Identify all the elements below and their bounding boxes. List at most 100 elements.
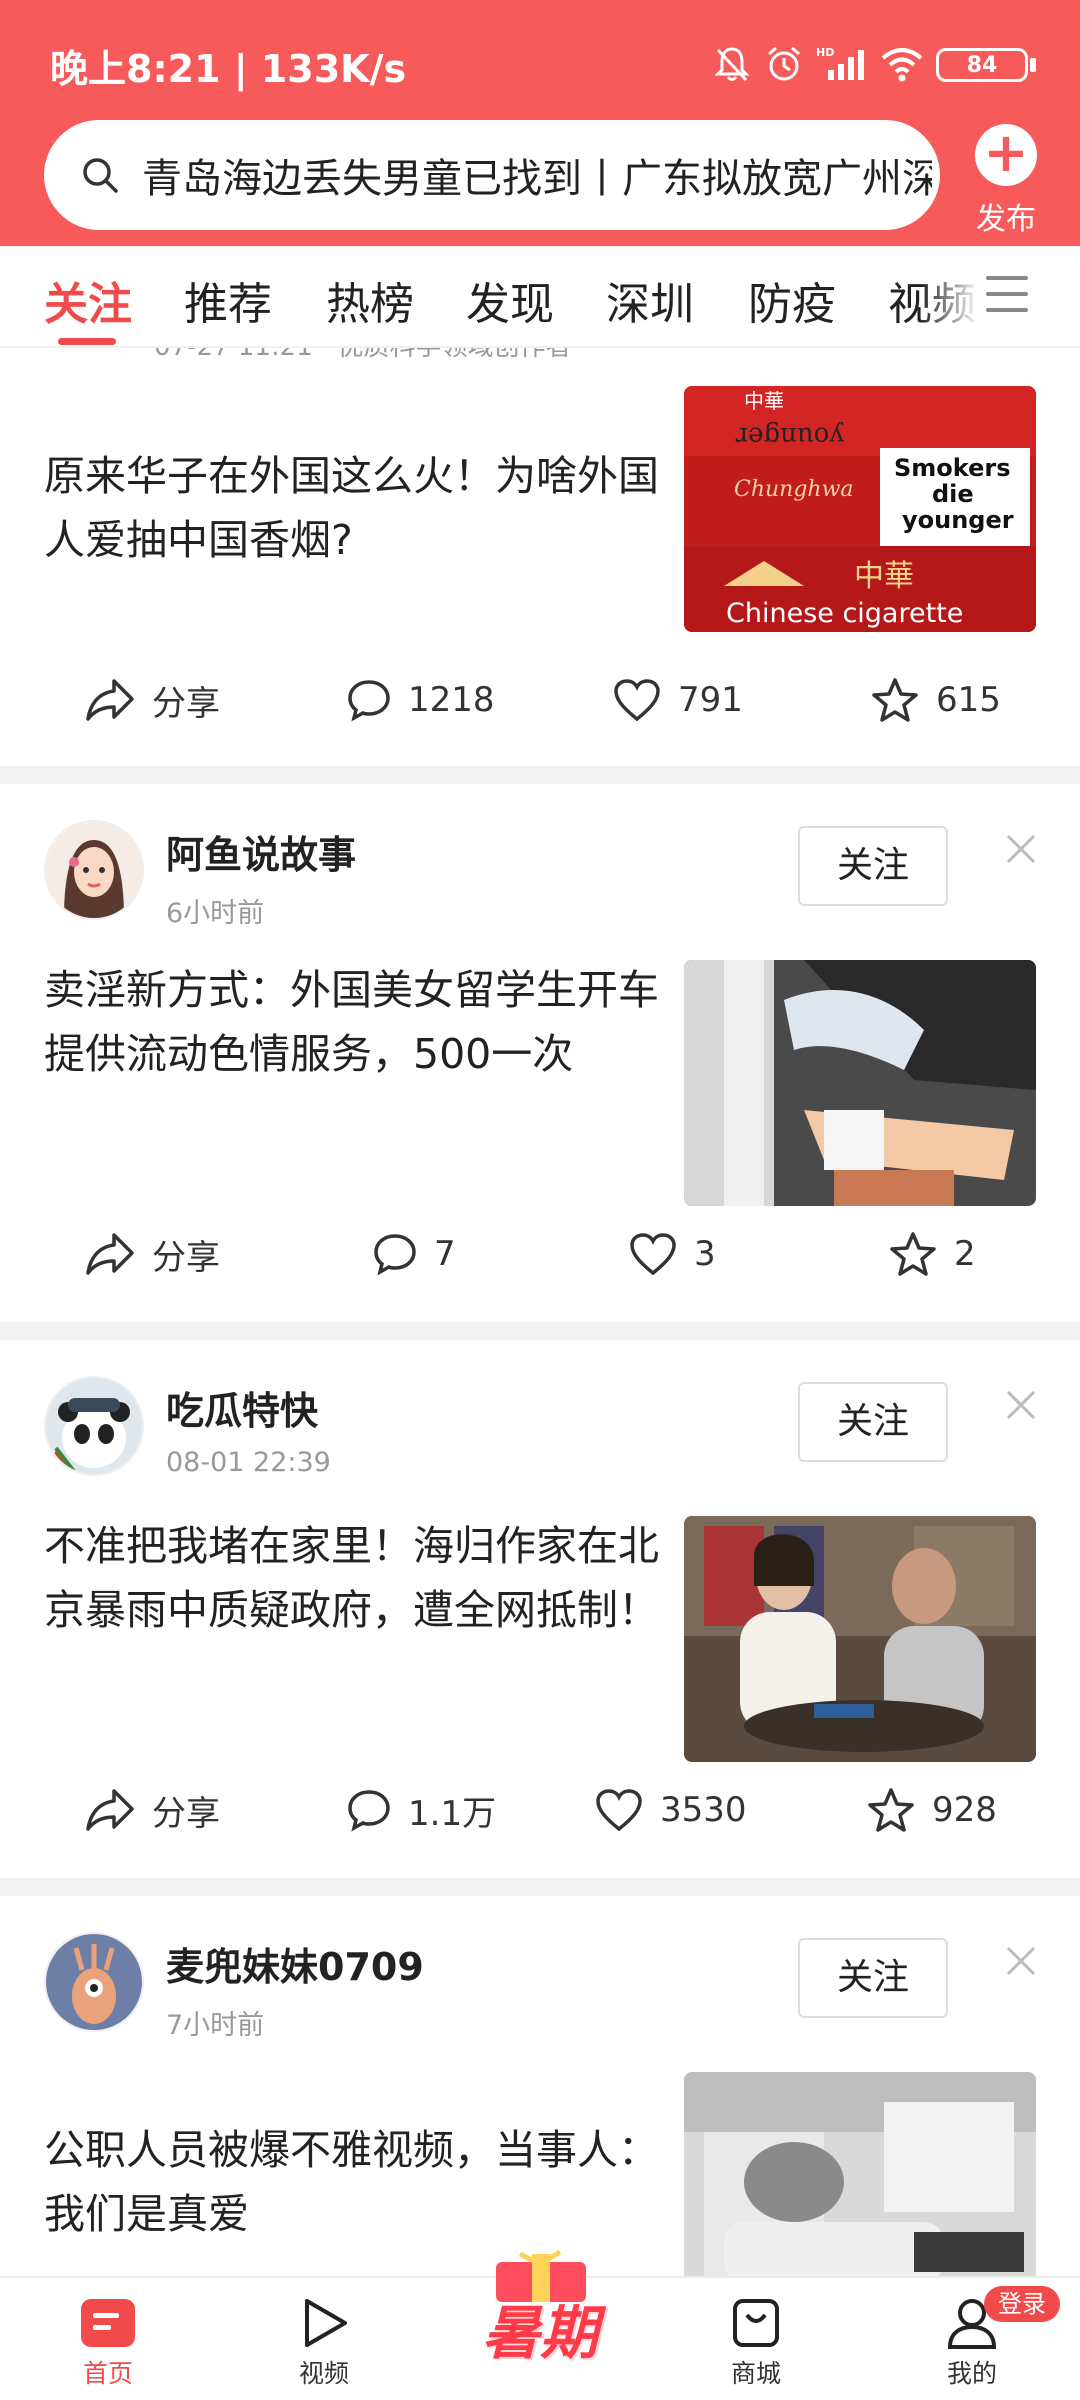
action-bar: 分享 7 3 2 xyxy=(0,1224,1080,1284)
author-row: 麦兜妹妹0709 7小时前 xyxy=(44,1932,424,2042)
share-label: 分享 xyxy=(152,683,220,724)
comment-button[interactable]: 1218 xyxy=(346,670,495,730)
article-title[interactable]: 卖淫新方式：外国美女留学生开车提供流动色情服务，500一次 xyxy=(44,958,664,1086)
share-button[interactable]: 分享 xyxy=(84,1224,220,1284)
top-header: 晚上8:21 | 133K/s HD 84 青岛海边丢失男童已找到丨广东拟放宽广… xyxy=(0,0,1080,246)
plus-icon: + xyxy=(975,124,1037,186)
close-icon[interactable] xyxy=(1004,1944,1038,1978)
status-icons: HD 84 xyxy=(712,36,1040,92)
nav-mall-label: 商城 xyxy=(730,2359,781,2388)
publish-label: 发布 xyxy=(976,202,1036,237)
card-divider xyxy=(0,766,1080,784)
share-icon xyxy=(86,1789,134,1831)
author-name[interactable]: 吃瓜特快 xyxy=(166,1380,331,1435)
nav-mine-label: 我的 xyxy=(946,2359,997,2388)
favorite-button[interactable]: 928 xyxy=(866,1780,997,1840)
category-tabs: 关注 推荐 热榜 发现 深圳 防疫 视频 xyxy=(0,246,1080,348)
battery-icon: 84 xyxy=(936,42,1040,86)
like-count: 791 xyxy=(678,680,743,720)
author-name[interactable]: 阿鱼说故事 xyxy=(166,824,356,879)
tab-follow[interactable]: 关注 xyxy=(44,268,132,332)
svg-text:HD: HD xyxy=(816,46,834,59)
article-title[interactable]: 原来华子在外国这么火！为啥外国人爱抽中国香烟? xyxy=(44,444,664,572)
feed-card[interactable]: 麦兜妹妹0709 7小时前 关注 公职人员被爆不雅视频，当事人：我们是真爱 xyxy=(0,1896,1080,2276)
star-icon xyxy=(868,1788,914,1832)
news-feed: 07-27 11:21 · 优质科学领域创作者 原来华子在外国这么火！为啥外国人… xyxy=(0,348,1080,2276)
like-button[interactable]: 3530 xyxy=(594,1780,747,1840)
publish-button[interactable]: + 发布 xyxy=(970,124,1042,238)
home-icon xyxy=(81,2299,135,2347)
bottom-navigation: 首页 视频 暑期 商城 我的 登录 xyxy=(0,2249,1080,2400)
share-icon xyxy=(86,679,134,721)
follow-button[interactable]: 关注 xyxy=(798,826,948,906)
like-button[interactable]: 791 xyxy=(612,670,743,730)
star-icon xyxy=(890,1232,936,1276)
warning-text-1: Smokers xyxy=(894,454,1011,482)
favorite-button[interactable]: 615 xyxy=(870,670,1001,730)
avatar[interactable] xyxy=(44,1376,144,1476)
favorite-count: 928 xyxy=(932,1790,997,1830)
tab-discover[interactable]: 发现 xyxy=(466,268,554,332)
comment-count: 1.1万 xyxy=(408,1793,497,1834)
like-button[interactable]: 3 xyxy=(628,1224,716,1284)
feed-card[interactable]: 07-27 11:21 · 优质科学领域创作者 原来华子在外国这么火！为啥外国人… xyxy=(0,348,1080,766)
warning-text-3: younger xyxy=(902,506,1014,534)
post-time: 7小时前 xyxy=(166,2010,265,2041)
pack-logo-text: 中華 xyxy=(854,559,914,594)
nav-home[interactable]: 首页 xyxy=(38,2292,178,2390)
tab-menu-icon[interactable] xyxy=(986,276,1028,316)
tab-recommend[interactable]: 推荐 xyxy=(184,268,272,332)
close-icon[interactable] xyxy=(1004,1388,1038,1422)
nav-video[interactable]: 视频 xyxy=(254,2292,394,2390)
article-thumbnail[interactable] xyxy=(684,1516,1036,1762)
action-bar: 分享 1.1万 3530 928 xyxy=(0,1780,1080,1840)
tab-hot[interactable]: 热榜 xyxy=(326,268,414,332)
status-time-speed: 晚上8:21 | 133K/s xyxy=(50,47,407,91)
article-thumbnail[interactable] xyxy=(684,960,1036,1206)
feed-card[interactable]: 阿鱼说故事 6小时前 关注 卖淫新方式：外国美女留学生开车提供流动色情服务，50… xyxy=(0,784,1080,1322)
author-meta-text: 07-27 11:21 · 优质科学领域创作者 xyxy=(154,348,572,363)
close-icon[interactable] xyxy=(1004,832,1038,866)
warning-text-2: die xyxy=(932,480,974,508)
wifi-icon xyxy=(881,48,923,82)
comment-icon xyxy=(374,1234,416,1276)
article-thumbnail[interactable]: 中華 younger Smokers die younger Chunghwa … xyxy=(684,386,1036,632)
heart-icon xyxy=(596,1789,642,1832)
favorite-button[interactable]: 2 xyxy=(888,1224,976,1284)
post-time: 6小时前 xyxy=(166,898,265,929)
heart-icon xyxy=(614,679,660,722)
image-caption: Chinese cigarette xyxy=(726,598,963,629)
comment-button[interactable]: 7 xyxy=(372,1224,456,1284)
share-button[interactable]: 分享 xyxy=(84,670,220,730)
author-row: 吃瓜特快 08-01 22:39 xyxy=(44,1376,331,1486)
feed-card[interactable]: 吃瓜特快 08-01 22:39 关注 不准把我堵在家里！海归作家在北京暴雨中质… xyxy=(0,1340,1080,1878)
like-count: 3530 xyxy=(660,1790,747,1830)
pack-text-younger-upside: younger xyxy=(735,421,845,451)
comment-icon xyxy=(348,680,390,722)
search-input[interactable]: 青岛海边丢失男童已找到丨广东拟放宽广州深圳 xyxy=(44,120,940,230)
avatar[interactable] xyxy=(44,820,144,920)
pack-text-top: 中華 xyxy=(744,389,784,413)
follow-button[interactable]: 关注 xyxy=(798,1938,948,2018)
share-icon xyxy=(86,1233,134,1275)
favorite-count: 615 xyxy=(936,680,1001,720)
active-tab-indicator xyxy=(58,338,116,345)
login-badge[interactable]: 登录 xyxy=(984,2286,1060,2322)
avatar-partial xyxy=(44,348,134,359)
tab-epidemic[interactable]: 防疫 xyxy=(748,268,836,332)
tab-shenzhen[interactable]: 深圳 xyxy=(606,268,694,332)
nav-summer-campaign[interactable]: 暑期 xyxy=(470,2244,610,2384)
avatar[interactable] xyxy=(44,1932,144,2032)
share-button[interactable]: 分享 xyxy=(84,1780,220,1840)
nav-summer-label: 暑期 xyxy=(481,2299,598,2367)
post-time: 08-01 22:39 xyxy=(166,1447,331,1478)
article-title[interactable]: 公职人员被爆不雅视频，当事人：我们是真爱 xyxy=(44,2118,664,2246)
article-title[interactable]: 不准把我堵在家里！海归作家在北京暴雨中质疑政府，遭全网抵制！ xyxy=(44,1514,664,1642)
search-hot-text: 青岛海边丢失男童已找到丨广东拟放宽广州深圳 xyxy=(142,156,932,202)
nav-mall[interactable]: 商城 xyxy=(686,2292,826,2390)
author-name[interactable]: 麦兜妹妹0709 xyxy=(166,1936,424,1991)
follow-button[interactable]: 关注 xyxy=(798,1382,948,1462)
comment-button[interactable]: 1.1万 xyxy=(346,1780,496,1840)
comment-count: 1218 xyxy=(408,680,495,720)
article-thumbnail[interactable] xyxy=(684,2072,1036,2276)
